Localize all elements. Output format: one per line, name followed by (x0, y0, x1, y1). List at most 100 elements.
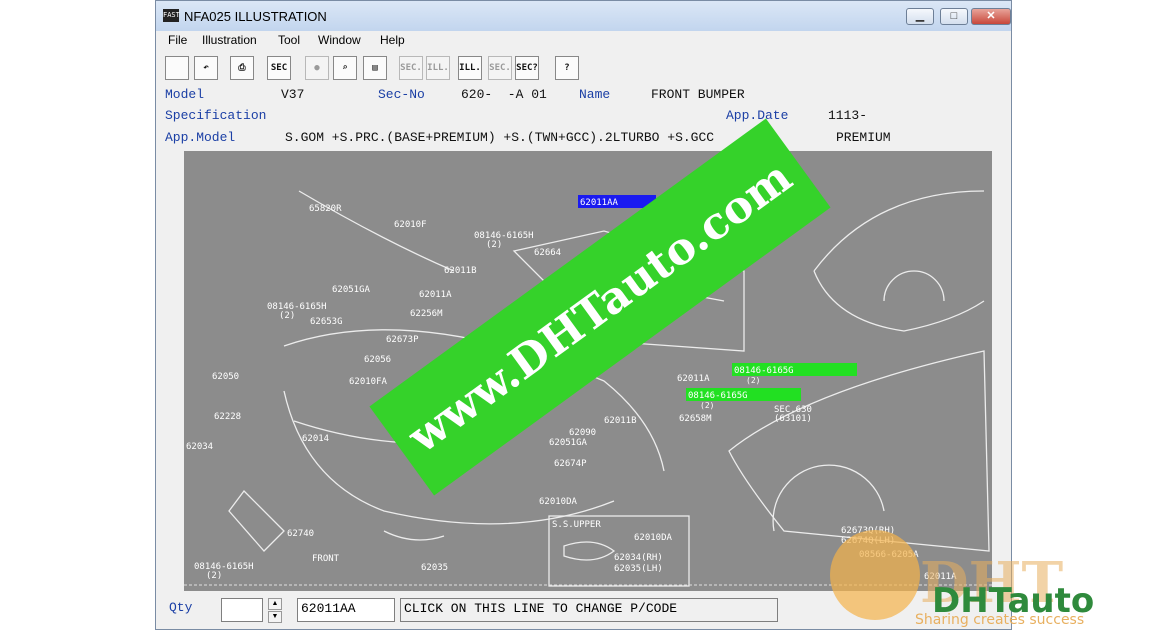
minimize-icon: ▁ (915, 10, 925, 22)
highlight-label-hl3[interactable]: 08146-6165G (688, 391, 748, 401)
next-ill-button[interactable]: ILL. (458, 56, 482, 80)
highlight-label-hl2[interactable]: 08146-6165G (734, 366, 794, 376)
bumper-reinforcement-line (298, 190, 455, 272)
part-label-l10[interactable]: 62256M (410, 309, 443, 319)
part-label-l8[interactable]: 08146-6165H (267, 302, 327, 312)
menu-window[interactable]: Window (318, 33, 361, 47)
part-label-l21[interactable]: 62051GA (549, 438, 588, 448)
part-label-l15[interactable]: 62228 (214, 412, 241, 422)
part-label-l11[interactable]: 62673P (386, 335, 419, 345)
part-label-l25[interactable]: 08146-6165H (194, 562, 254, 572)
prev-sec-button[interactable]: SEC. (399, 56, 423, 80)
book-button[interactable]: ▤ (363, 56, 387, 80)
qty-spin-down[interactable]: ▼ (268, 611, 282, 623)
part-label-l31[interactable]: 62035(LH) (614, 564, 663, 574)
qty-spin-up[interactable]: ▲ (268, 598, 282, 610)
magnifier-button[interactable]: ⌕ (333, 56, 357, 80)
name-label: Name (579, 87, 611, 102)
undo-icon: ↶ (203, 63, 209, 73)
part-label-l17[interactable]: 62014 (302, 434, 329, 444)
model-label: Model (165, 87, 205, 102)
circle-icon: ● (314, 63, 320, 73)
part-label-l27[interactable]: 62035 (421, 563, 448, 573)
sec-query-button[interactable]: SEC? (515, 56, 539, 80)
part-label-l30[interactable]: 62034(RH) (614, 553, 663, 563)
appmodel-tail: PREMIUM (836, 130, 891, 145)
close-icon: ✕ (986, 10, 996, 22)
car-parts-button[interactable] (165, 56, 189, 80)
part-label-l28[interactable]: S.S.UPPER (552, 520, 601, 530)
part-label-l8q[interactable]: (2) (279, 311, 295, 321)
spin-up-icon: ▲ (271, 600, 279, 607)
menu-file[interactable]: File (168, 33, 187, 47)
app-icon: FAST (163, 9, 180, 22)
part-label-l26[interactable]: FRONT (312, 554, 340, 564)
bracket-lower-left (228, 490, 285, 552)
part-label-l2[interactable]: 62010F (394, 220, 427, 230)
secno-value: 620- -A 01 (461, 87, 547, 102)
print-button[interactable]: ⎙ (230, 56, 254, 80)
help-button[interactable]: ? (555, 56, 579, 80)
undo-button[interactable]: ↶ (194, 56, 218, 80)
menu-help[interactable]: Help (380, 33, 405, 47)
part-label-l23[interactable]: 62010DA (539, 497, 578, 507)
part-label-l18[interactable]: 62090 (569, 428, 596, 438)
part-label-l9[interactable]: 62653G (310, 317, 343, 327)
part-label-l6[interactable]: 62011A (419, 290, 452, 300)
prev-ill-icon: ILL. (427, 63, 449, 73)
highlight-label-hl1[interactable]: 62011AA (580, 198, 619, 208)
part-label-l25q[interactable]: (2) (206, 571, 222, 581)
magnifier-icon: ⌕ (342, 63, 348, 73)
sec-icon: SEC (270, 63, 288, 73)
maximize-button[interactable]: □ (940, 8, 968, 25)
fog-lamp-shape (563, 541, 616, 561)
menu-illustration[interactable]: Illustration (202, 33, 257, 47)
part-label-l3[interactable]: 08146-6165H (474, 231, 534, 241)
prev-ill-button[interactable]: ILL. (426, 56, 450, 80)
minimize-button[interactable]: ▁ (906, 8, 934, 25)
part-label-l16[interactable]: 62034 (186, 442, 213, 452)
part-label-l1[interactable]: 65820R (309, 204, 342, 214)
menu-tool[interactable]: Tool (278, 33, 300, 47)
car-front-line (813, 270, 985, 332)
print-icon: ⎙ (238, 63, 246, 73)
part-label-l22[interactable]: 62674P (554, 459, 587, 469)
circle-button[interactable]: ● (305, 56, 329, 80)
maximize-icon: □ (950, 10, 958, 22)
next-sec-icon: SEC. (489, 63, 511, 73)
part-label-l12[interactable]: 62056 (364, 355, 391, 365)
part-label-l3q[interactable]: (2) (486, 240, 502, 250)
part-code-field[interactable]: 62011AA (297, 598, 395, 622)
part-label-l7[interactable]: 62051GA (332, 285, 371, 295)
part-label-l32[interactable]: 62011A (677, 374, 710, 384)
part-label-l19[interactable]: 62011B (604, 416, 637, 426)
next-sec-button[interactable]: SEC. (488, 56, 512, 80)
qty-input[interactable] (221, 598, 263, 622)
logo-slogan: Sharing creates success (915, 612, 1084, 628)
part-label-l13[interactable]: 62050 (212, 372, 239, 382)
title-bar[interactable]: FAST NFA025 ILLUSTRATION ▁ □ ✕ (156, 1, 1011, 31)
next-ill-icon: ILL. (459, 63, 481, 73)
part-label-l5[interactable]: 62011B (444, 266, 477, 276)
name-value: FRONT BUMPER (651, 87, 745, 102)
part-label-l24[interactable]: 62740 (287, 529, 314, 539)
appdate-value: 1113- (828, 108, 868, 123)
part-label-l14[interactable]: 62010FA (349, 377, 388, 387)
sec-button[interactable]: SEC (267, 56, 291, 80)
part-label-l29[interactable]: 62010DA (634, 533, 673, 543)
prev-sec-icon: SEC. (400, 63, 422, 73)
part-label-l20[interactable]: 62658M (679, 414, 712, 424)
close-button[interactable]: ✕ (971, 8, 1011, 25)
part-label-l34[interactable]: (63101) (774, 414, 812, 424)
lower-grille-line (383, 530, 445, 541)
spin-down-icon: ▼ (271, 613, 279, 620)
help-icon: ? (564, 63, 570, 73)
window-title: NFA025 ILLUSTRATION (184, 9, 327, 24)
secno-label: Sec-No (378, 87, 425, 102)
toolbar: ↶ ⎙ SEC ● ⌕ ▤ SEC. ILL. ILL. SEC. SEC?? (156, 53, 1011, 85)
sec-query-icon: SEC? (516, 63, 538, 73)
part-label-l4[interactable]: 62664 (534, 248, 561, 258)
status-message[interactable]: CLICK ON THIS LINE TO CHANGE P/CODE (400, 598, 778, 622)
appmodel-label: App.Model (165, 130, 236, 145)
menu-bar: File Illustration Tool Window Help (156, 31, 1011, 51)
